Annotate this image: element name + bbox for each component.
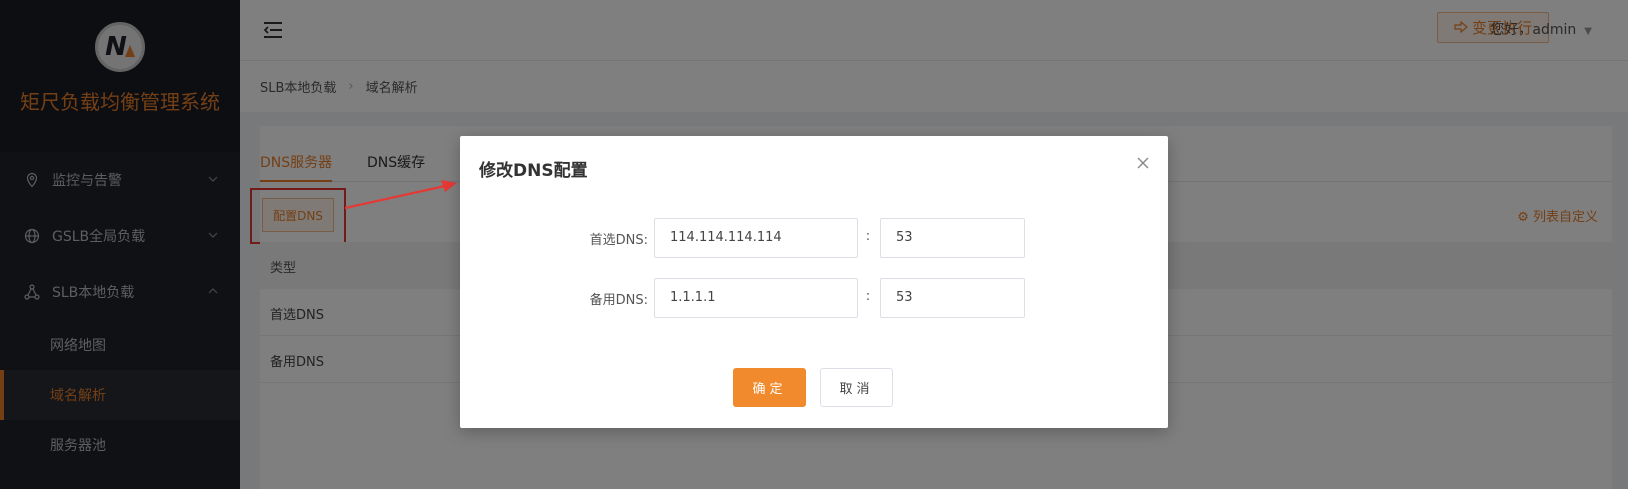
primary-dns-ip-input[interactable]: 114.114.114.114 xyxy=(654,218,858,258)
annotation-arrow-icon xyxy=(345,180,457,210)
form-row-primary-dns: 首选DNS: 114.114.114.114 : 53 xyxy=(460,218,1168,258)
secondary-dns-label: 备用DNS: xyxy=(589,293,648,308)
secondary-dns-port-input[interactable]: 53 xyxy=(880,278,1025,318)
form-row-secondary-dns: 备用DNS: 1.1.1.1 : 53 xyxy=(460,278,1168,318)
secondary-dns-ip-input[interactable]: 1.1.1.1 xyxy=(654,278,858,318)
primary-dns-label: 首选DNS: xyxy=(589,233,648,248)
confirm-button[interactable]: 确定 xyxy=(733,368,806,407)
edit-dns-modal: 修改DNS配置 首选DNS: 114.114.114.114 : 53 备用DN… xyxy=(460,136,1168,428)
close-icon[interactable] xyxy=(1136,154,1150,175)
cancel-button[interactable]: 取消 xyxy=(820,368,893,407)
colon-separator: : xyxy=(865,229,871,244)
primary-dns-port-input[interactable]: 53 xyxy=(880,218,1025,258)
colon-separator: : xyxy=(865,289,871,304)
modal-title: 修改DNS配置 xyxy=(479,161,588,181)
